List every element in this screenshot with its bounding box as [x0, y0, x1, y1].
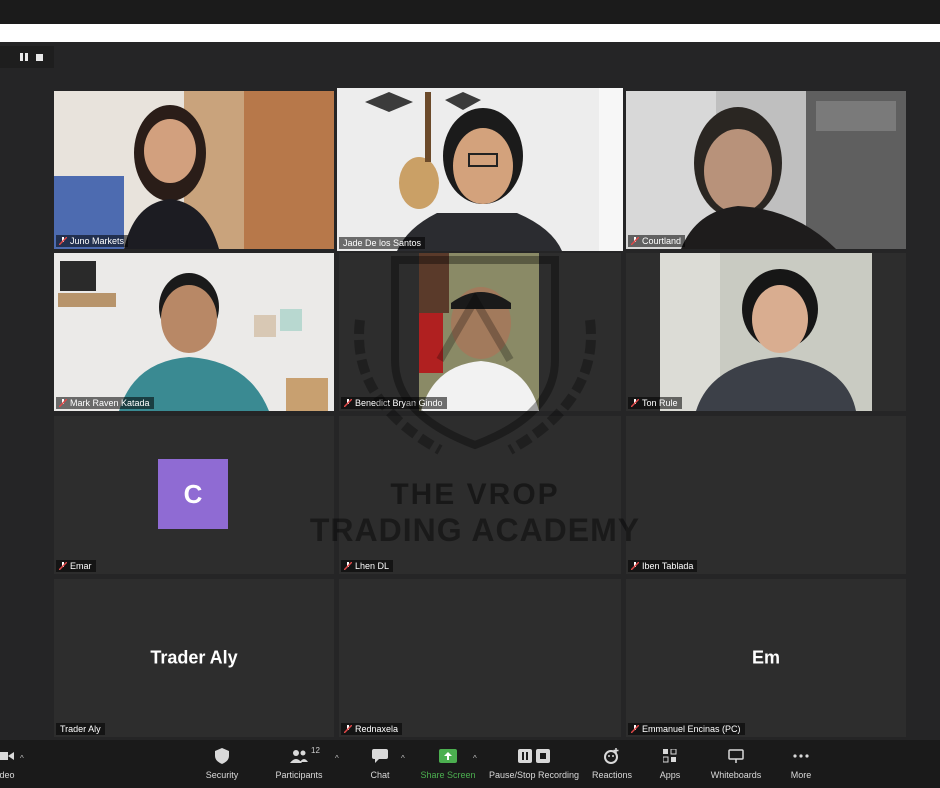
meeting-toolbar: ideo ^ Security 12 Participants ^ Chat ^… — [0, 740, 940, 788]
muted-mic-icon — [631, 237, 639, 245]
stop-icon — [536, 749, 550, 763]
stop-recording-icon[interactable] — [36, 53, 43, 61]
more-label: More — [790, 770, 812, 780]
muted-mic-icon — [59, 399, 67, 407]
video-tile-rednaxela[interactable]: Rednaxela — [339, 579, 621, 737]
participant-name: Rednaxela — [355, 724, 399, 734]
participant-nameplate: Emar — [56, 560, 96, 572]
video-tile-mark-raven-katada[interactable]: Mark Raven Katada — [54, 253, 334, 411]
recording-controls[interactable] — [0, 46, 54, 68]
participant-name: Trader Aly — [60, 724, 101, 734]
participant-name: Mark Raven Katada — [70, 398, 150, 408]
participant-name: Iben Tablada — [642, 561, 694, 571]
participant-video — [626, 91, 906, 249]
participant-video — [339, 253, 621, 411]
avatar: C — [158, 459, 228, 529]
participants-button[interactable]: 12 Participants — [259, 746, 339, 780]
participant-display-name: Em — [751, 647, 780, 668]
security-button[interactable]: Security — [182, 746, 262, 780]
avatar-letter: C — [183, 478, 203, 509]
participant-name: Lhen DL — [355, 561, 390, 571]
video-tile-juno-markets[interactable]: Juno Markets — [54, 91, 334, 249]
camera-icon — [0, 752, 14, 760]
apps-icon — [663, 749, 677, 763]
reactions-icon — [604, 748, 619, 764]
recording-label: Pause/Stop Recording — [489, 770, 580, 780]
muted-mic-icon — [59, 237, 67, 245]
participant-name: Ton Rule — [642, 398, 678, 408]
muted-mic-icon — [344, 562, 352, 570]
video-tile-trader-aly[interactable]: Trader Aly Trader Aly — [54, 579, 334, 737]
pause-recording-icon[interactable] — [20, 53, 28, 61]
participant-nameplate: Jade De los Santos — [339, 237, 426, 249]
video-tile-iben-tablada[interactable]: Iben Tablada — [626, 416, 906, 574]
whiteboard-icon — [728, 749, 744, 763]
video-tile-jade-de-los-santos[interactable]: Jade De los Santos — [337, 88, 623, 251]
video-tile-emar[interactable]: C Emar — [54, 416, 334, 574]
pause-stop-recording-button[interactable]: Pause/Stop Recording — [489, 746, 579, 780]
participant-nameplate: Trader Aly — [56, 723, 105, 735]
more-icon — [793, 754, 809, 758]
window-top-bar — [0, 0, 940, 24]
video-label: ideo — [0, 770, 15, 780]
participant-nameplate: Ton Rule — [628, 397, 682, 409]
video-button[interactable]: ideo — [0, 746, 46, 780]
participant-name: Emar — [70, 561, 92, 571]
video-tile-courtland[interactable]: Courtland — [626, 91, 906, 249]
shield-icon — [215, 748, 229, 764]
video-options-caret[interactable]: ^ — [20, 754, 24, 763]
pause-icon — [518, 749, 532, 763]
participant-name: Juno Markets — [70, 236, 125, 246]
participant-nameplate: Lhen DL — [341, 560, 394, 572]
participant-nameplate: Courtland — [628, 235, 686, 247]
participant-nameplate: Juno Markets — [56, 235, 129, 247]
participant-name: Courtland — [642, 236, 682, 246]
more-button[interactable]: More — [761, 746, 841, 780]
participant-nameplate: Emmanuel Encinas (PC) — [628, 723, 745, 735]
muted-mic-icon — [344, 725, 352, 733]
security-label: Security — [205, 770, 239, 780]
participant-nameplate: Iben Tablada — [628, 560, 698, 572]
participant-video — [54, 253, 334, 411]
muted-mic-icon — [631, 725, 639, 733]
video-tile-benedict-bryan-gindo[interactable]: Benedict Bryan Gindo — [339, 253, 621, 411]
muted-mic-icon — [59, 562, 67, 570]
participants-label: Participants — [275, 770, 323, 780]
participant-name: Benedict Bryan Gindo — [355, 398, 443, 408]
participant-video — [337, 88, 623, 251]
participant-name: Jade De los Santos — [343, 238, 422, 248]
share-screen-label: Share Screen — [420, 770, 476, 780]
participant-name: Emmanuel Encinas (PC) — [642, 724, 741, 734]
participant-nameplate: Mark Raven Katada — [56, 397, 154, 409]
participants-options-caret[interactable]: ^ — [335, 754, 339, 763]
participant-nameplate: Rednaxela — [341, 723, 403, 735]
chat-options-caret[interactable]: ^ — [401, 754, 405, 763]
participant-video — [54, 91, 334, 249]
video-tile-lhen-dl[interactable]: Lhen DL — [339, 416, 621, 574]
window-title-strip — [0, 24, 940, 42]
participant-nameplate: Benedict Bryan Gindo — [341, 397, 447, 409]
muted-mic-icon — [631, 399, 639, 407]
muted-mic-icon — [344, 399, 352, 407]
video-tile-ton-rule[interactable]: Ton Rule — [626, 253, 906, 411]
video-tile-emmanuel-encinas[interactable]: Em Emmanuel Encinas (PC) — [626, 579, 906, 737]
share-screen-icon — [439, 749, 457, 763]
share-options-caret[interactable]: ^ — [473, 754, 477, 763]
participant-video — [626, 253, 906, 411]
participants-icon — [290, 750, 308, 763]
muted-mic-icon — [631, 562, 639, 570]
chat-icon — [372, 749, 388, 763]
share-screen-button[interactable]: Share Screen — [408, 746, 488, 780]
participants-count: 12 — [311, 746, 320, 755]
participant-display-name: Trader Aly — [150, 647, 238, 668]
